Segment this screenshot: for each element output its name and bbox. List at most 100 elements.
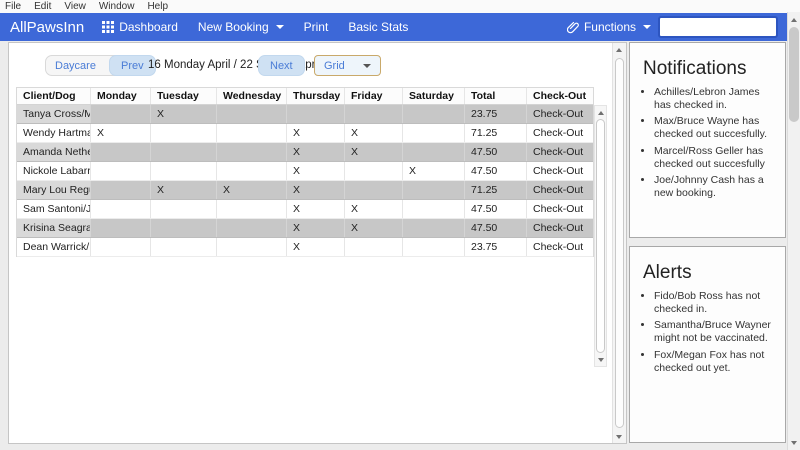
table-row: Sam Santoni/JaXX47.50Check-Out	[17, 200, 593, 219]
nav-new-booking[interactable]: New Booking	[198, 20, 284, 34]
menu-view[interactable]: View	[64, 1, 86, 12]
day-cell: X	[345, 219, 403, 237]
checkout-button[interactable]: Check-Out	[527, 143, 595, 161]
scroll-down-arrow[interactable]	[613, 430, 625, 443]
checkout-button[interactable]: Check-Out	[527, 181, 595, 199]
scroll-down-arrow[interactable]	[788, 436, 800, 449]
notification-item: Achilles/Lebron James has checked in.	[654, 86, 779, 112]
day-cell	[403, 181, 465, 199]
window-scrollbar-thumb[interactable]	[789, 27, 799, 122]
alert-item: Fox/Megan Fox has not checked out yet.	[654, 349, 779, 375]
total-cell: 71.25	[465, 181, 527, 199]
column-header: Thursday	[287, 88, 345, 104]
day-cell	[217, 162, 287, 180]
day-cell: X	[403, 162, 465, 180]
menu-help[interactable]: Help	[147, 1, 168, 12]
client-dog-cell: Nickole Labarre	[17, 162, 91, 180]
day-cell: X	[287, 181, 345, 199]
nav-print-label: Print	[304, 20, 329, 34]
table-scrollbar[interactable]	[594, 105, 607, 367]
panel-scrollbar[interactable]	[612, 43, 626, 443]
day-cell	[287, 105, 345, 123]
day-cell	[151, 219, 217, 237]
total-cell: 23.75	[465, 105, 527, 123]
table-row: Nickole LabarreXX47.50Check-Out	[17, 162, 593, 181]
day-cell	[151, 124, 217, 142]
scroll-up-arrow[interactable]	[788, 13, 800, 26]
notification-item: Joe/Johnny Cash has a new booking.	[654, 174, 779, 200]
view-mode-select[interactable]: Grid	[314, 55, 381, 76]
day-cell	[345, 238, 403, 256]
client-dog-cell: Mary Lou Regul	[17, 181, 91, 199]
total-cell: 71.25	[465, 124, 527, 142]
day-cell: X	[287, 219, 345, 237]
checkout-button[interactable]: Check-Out	[527, 162, 595, 180]
day-cell: X	[217, 181, 287, 199]
day-cell	[403, 219, 465, 237]
table-row: Wendy HartmanXXX71.25Check-Out	[17, 124, 593, 143]
checkout-button[interactable]: Check-Out	[527, 219, 595, 237]
notifications-list: Achilles/Lebron James has checked in. Max…	[654, 86, 779, 200]
checkout-button[interactable]: Check-Out	[527, 105, 595, 123]
paperclip-icon	[567, 21, 579, 34]
day-cell	[217, 219, 287, 237]
app-brand: AllPawsInn	[10, 19, 84, 36]
functions-menu[interactable]: Functions	[567, 20, 651, 34]
day-cell	[91, 181, 151, 199]
nav-basic-stats[interactable]: Basic Stats	[348, 20, 408, 34]
column-header: Monday	[91, 88, 151, 104]
scroll-up-arrow[interactable]	[595, 106, 607, 119]
next-week-button[interactable]: Next	[258, 55, 305, 76]
day-cell	[217, 238, 287, 256]
checkout-button[interactable]: Check-Out	[527, 238, 595, 256]
day-cell: X	[287, 162, 345, 180]
day-cell: X	[287, 124, 345, 142]
table-body: Tanya Cross/MaX23.75Check-OutWendy Hartm…	[17, 105, 593, 257]
service-type-value: Daycare	[55, 60, 96, 72]
day-cell	[151, 200, 217, 218]
column-header: Saturday	[403, 88, 465, 104]
view-mode-value: Grid	[324, 60, 345, 72]
total-cell: 47.50	[465, 200, 527, 218]
checkout-button[interactable]: Check-Out	[527, 124, 595, 142]
day-cell	[151, 238, 217, 256]
day-cell: X	[91, 124, 151, 142]
notification-item: Marcel/Ross Geller has checked out succe…	[654, 145, 779, 171]
scroll-down-arrow[interactable]	[595, 353, 607, 366]
navbar: AllPawsInn Dashboard New Booking Print B…	[0, 13, 800, 41]
panel-scrollbar-thumb[interactable]	[615, 58, 624, 428]
table-row: Amanda NetherlXX47.50Check-Out	[17, 143, 593, 162]
menu-file[interactable]: File	[5, 1, 21, 12]
notification-item: Max/Bruce Wayne has checked out succesfu…	[654, 115, 779, 141]
day-cell	[217, 124, 287, 142]
day-cell	[91, 219, 151, 237]
day-cell	[345, 181, 403, 199]
notifications-panel: Notifications Achilles/Lebron James has …	[629, 42, 786, 238]
scroll-up-arrow[interactable]	[613, 43, 625, 56]
total-cell: 47.50	[465, 219, 527, 237]
day-cell	[91, 143, 151, 161]
day-cell: X	[151, 105, 217, 123]
window-scrollbar[interactable]	[787, 12, 800, 450]
column-header: Friday	[345, 88, 403, 104]
menu-window[interactable]: Window	[99, 1, 135, 12]
nav-dashboard[interactable]: Dashboard	[102, 20, 178, 34]
column-header: Client/Dog	[17, 88, 91, 104]
chevron-down-icon	[363, 64, 371, 68]
table-scrollbar-thumb[interactable]	[596, 119, 605, 353]
client-dog-cell: Wendy Hartman	[17, 124, 91, 142]
client-dog-cell: Krisina Seagrav	[17, 219, 91, 237]
table-row: Tanya Cross/Ma X 23.75Check-Out	[17, 105, 593, 124]
client-dog-cell: Tanya Cross/Ma	[17, 105, 91, 123]
nav-print[interactable]: Print	[304, 20, 329, 34]
chevron-down-icon	[643, 25, 651, 29]
menu-edit[interactable]: Edit	[34, 1, 51, 12]
day-cell	[91, 200, 151, 218]
checkout-button[interactable]: Check-Out	[527, 200, 595, 218]
table-row: Krisina Seagrav XX 47.50Check-Out	[17, 219, 593, 238]
next-label: Next	[270, 60, 293, 72]
chevron-down-icon	[276, 25, 284, 29]
day-cell: X	[287, 238, 345, 256]
day-cell	[345, 105, 403, 123]
search-input[interactable]	[658, 16, 778, 38]
